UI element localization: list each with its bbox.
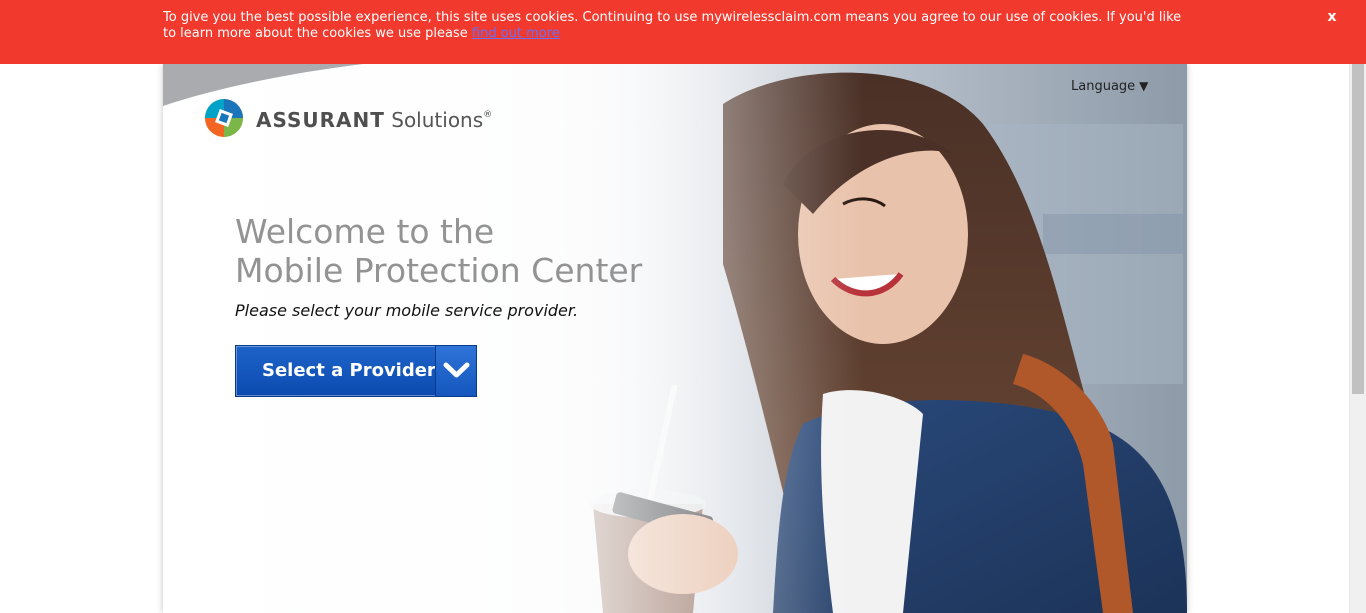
page-title: Welcome to the Mobile Protection Center	[235, 212, 715, 290]
logo-registered-mark: ®	[483, 110, 493, 120]
language-selector[interactable]: Language ▼	[1071, 79, 1148, 94]
language-label: Language	[1071, 79, 1136, 94]
logo-sub: Solutions	[391, 108, 484, 132]
caret-down-icon: ▼	[1139, 79, 1149, 93]
cookie-message: To give you the best possible experience…	[163, 10, 1183, 42]
provider-dropdown-toggle[interactable]	[435, 346, 476, 396]
select-provider-label: Select a Provider	[262, 360, 436, 381]
close-icon[interactable]: x	[1323, 8, 1341, 26]
logo-brand: ASSURANT	[256, 108, 385, 132]
headline-line-2: Mobile Protection Center	[235, 251, 643, 290]
cookie-find-out-more-link[interactable]: find out more	[472, 26, 560, 41]
hero-photo-background	[163, 64, 1187, 613]
cookie-banner: To give you the best possible experience…	[0, 0, 1366, 64]
assurant-logo[interactable]: ASSURANT Solutions®	[204, 98, 504, 140]
logo-wordmark: ASSURANT Solutions®	[256, 108, 492, 132]
scrollbar-thumb[interactable]	[1352, 64, 1364, 394]
provider-instruction: Please select your mobile service provid…	[235, 301, 579, 320]
headline-line-1: Welcome to the	[235, 212, 495, 251]
cookie-message-text: To give you the best possible experience…	[163, 10, 1182, 41]
select-provider-button[interactable]: Select a Provider	[235, 345, 477, 397]
assurant-logo-icon	[205, 99, 243, 137]
hero-card: ASSURANT Solutions® Language ▼ Welcome to…	[163, 64, 1187, 613]
page-scrollbar[interactable]	[1349, 0, 1366, 613]
chevron-down-icon	[443, 362, 470, 378]
